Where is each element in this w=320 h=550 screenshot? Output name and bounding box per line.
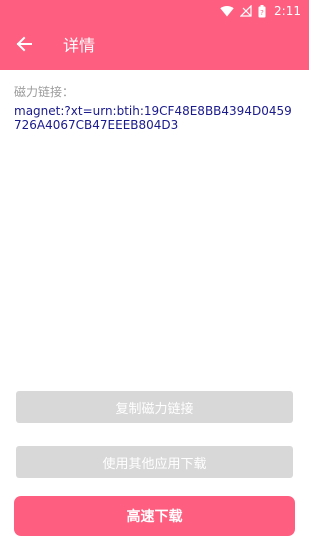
wifi-icon [220,5,234,17]
status-bar: ? 2:11 [0,0,309,22]
detail-content: 磁力链接： magnet:?xt=urn:btih:19CF48E8BB4394… [14,84,295,132]
other-app-download-button[interactable]: 使用其他应用下载 [16,446,293,478]
battery-icon: ? [258,4,266,18]
status-icons: ? 2:11 [220,3,301,19]
back-button[interactable] [10,32,38,60]
page-title: 详情 [63,36,96,55]
app-bar: 详情 [0,22,309,70]
detail-screen: ? 2:11 详情 磁力链接： magnet:?xt=urn:btih:19CF… [0,0,309,550]
fast-download-button[interactable]: 高速下载 [14,496,295,536]
magnet-link-text: magnet:?xt=urn:btih:19CF48E8BB4394D04597… [14,104,292,132]
arrow-left-icon [16,36,32,56]
copy-magnet-button[interactable]: 复制磁力链接 [16,391,293,423]
svg-text:?: ? [260,9,264,17]
status-time: 2:11 [274,4,301,18]
magnet-label: 磁力链接： [14,85,75,99]
no-signal-icon [240,5,252,17]
